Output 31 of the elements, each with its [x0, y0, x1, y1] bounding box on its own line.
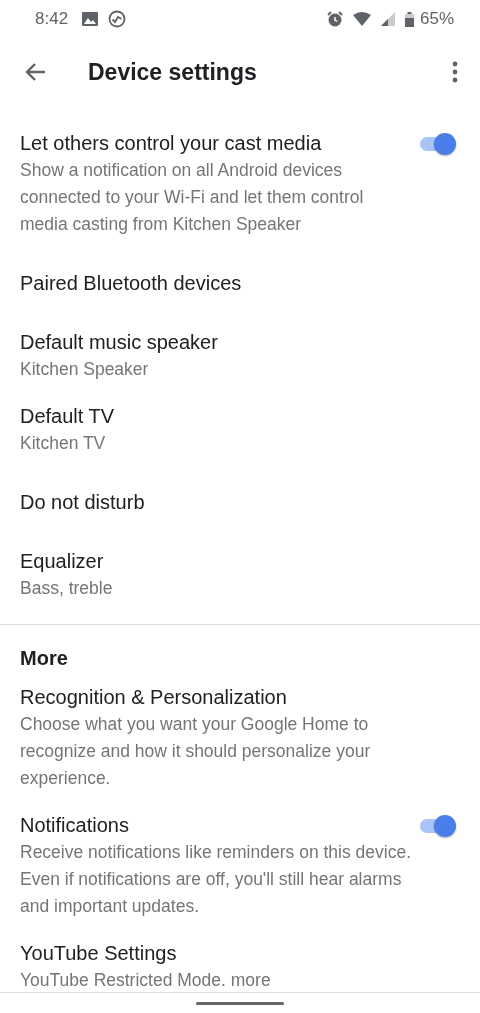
page-title: Device settings — [88, 58, 258, 86]
battery-percentage: 65% — [419, 9, 454, 29]
status-time: 8:42 — [35, 9, 69, 29]
alarm-icon — [326, 11, 343, 27]
activity-icon — [108, 10, 127, 28]
setting-description: Receive notifications like reminders on this device. Even if notifications are off, you'll still hear alarms and important updates. — [20, 841, 412, 918]
setting-title[interactable]: Default TV — [20, 403, 115, 430]
setting-title[interactable]: Let others control your cast media — [20, 130, 322, 157]
setting-description: Choose what you want your Google Home to recognize and how it should personalize your experience. — [20, 713, 372, 790]
toggle-switch[interactable] — [418, 132, 456, 155]
setting-description: Show a notification on all Android devices connected to your Wi-Fi and let them control media casting from Kitchen Speaker — [20, 159, 365, 236]
section-header: More — [19, 646, 69, 671]
home-handle[interactable] — [196, 1001, 284, 1005]
more-options-icon — [452, 61, 458, 83]
signal-icon — [380, 12, 395, 26]
setting-description: Kitchen TV — [20, 432, 107, 455]
setting-title[interactable]: Paired Bluetooth devices — [20, 270, 242, 297]
toggle-switch[interactable] — [418, 814, 456, 837]
setting-description: Kitchen Speaker — [20, 358, 150, 381]
setting-title[interactable]: Equalizer — [20, 548, 104, 575]
battery-icon — [404, 11, 414, 27]
wifi-icon — [352, 12, 371, 26]
setting-title[interactable]: Default music speaker — [20, 329, 218, 356]
setting-title[interactable]: YouTube Settings — [20, 940, 177, 967]
setting-description: Bass, treble — [20, 577, 114, 600]
setting-title[interactable]: Do not disturb — [20, 489, 145, 516]
setting-title[interactable]: Notifications — [20, 812, 129, 839]
setting-title[interactable]: Recognition & Personalization — [20, 684, 287, 711]
back-arrow-icon — [24, 62, 46, 82]
image-icon — [82, 12, 99, 26]
setting-description: YouTube Restricted Mode. more — [20, 969, 272, 992]
